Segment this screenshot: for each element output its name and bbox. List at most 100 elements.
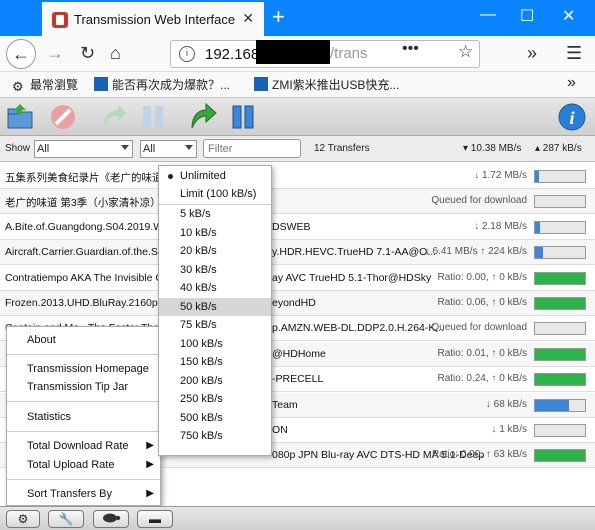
torrent-progress-bar <box>534 297 586 310</box>
home-icon[interactable]: ⌂ <box>110 43 121 64</box>
url-tail: /trans <box>330 45 368 62</box>
rate-option[interactable]: 20 kB/s <box>159 242 271 260</box>
site-info-icon[interactable]: i <box>179 46 195 62</box>
maximize-icon[interactable]: ☐ <box>520 6 534 26</box>
overflow-chevron-icon[interactable]: » <box>527 43 537 64</box>
filter-bar: Show All All 12 Transfers ▾ 10.38 MB/s ▴… <box>0 136 595 162</box>
progress-fill <box>535 374 585 386</box>
rate-option[interactable]: 5 kB/s <box>159 205 271 223</box>
torrent-name-tail: eyondHD <box>272 297 316 309</box>
torrent-progress-bar <box>534 271 586 285</box>
radio-bullet-icon <box>168 174 173 179</box>
menu-item-homepage[interactable]: Transmission Homepage <box>7 360 160 378</box>
tracker-filter-select[interactable]: All <box>140 140 197 158</box>
settings-context-menu: About Transmission Homepage Transmission… <box>6 326 161 506</box>
bookmark-item[interactable]: ZMI紫米推出USB快充... <box>254 76 399 93</box>
rate-option-label: 5 kB/s <box>180 208 211 220</box>
rate-option-label: 250 kB/s <box>180 393 223 405</box>
progress-fill <box>535 272 585 284</box>
rate-option-label: 40 kB/s <box>180 282 217 294</box>
torrent-row[interactable]: Aircraft.Carrier.Guardian.of.the.Sea y.HD… <box>0 240 595 266</box>
torrent-status: Ratio: 0.24, ↑ 0 kB/s <box>437 373 528 385</box>
menu-item-tipjar[interactable]: Transmission Tip Jar <box>7 378 160 396</box>
rate-option[interactable]: 750 kB/s <box>159 427 271 445</box>
progress-fill <box>535 399 569 411</box>
reload-icon[interactable]: ↻ <box>80 43 95 64</box>
rate-option-label: 10 kB/s <box>180 227 217 239</box>
bookmark-item[interactable]: 能否再次成为爆款？... <box>94 76 230 93</box>
torrent-progress-bar <box>534 220 586 234</box>
rate-option[interactable]: 200 kB/s <box>159 372 271 390</box>
forward-icon[interactable]: → <box>46 43 64 64</box>
tab-title: Transmission Web Interface <box>74 12 236 27</box>
browser-tab-bar: Transmission Web Interface ✕ + — ☐ ✕ <box>0 0 595 36</box>
menu-icon[interactable]: ☰ <box>566 43 582 64</box>
rate-option[interactable]: 40 kB/s <box>159 279 271 297</box>
bookmark-star-icon[interactable]: ☆ <box>458 42 473 62</box>
close-tab-icon[interactable]: ✕ <box>242 10 254 27</box>
new-tab-icon[interactable]: + <box>272 4 285 30</box>
page-actions-icon[interactable]: ••• <box>402 40 419 58</box>
turtle-speed-limit-icon[interactable] <box>93 510 129 528</box>
total-download-rate: ▾ 10.38 MB/s <box>463 143 522 154</box>
open-torrent-icon[interactable] <box>6 102 36 132</box>
resume-all-icon[interactable] <box>188 102 218 132</box>
bookmark-most-visited[interactable]: ⚙ 最常瀏覽 <box>12 76 78 94</box>
rate-option-label: 100 kB/s <box>180 338 223 350</box>
menu-item-statistics[interactable]: Statistics <box>7 408 160 426</box>
menu-item-total-download-rate[interactable]: Total Download Rate ▶ <box>7 437 160 455</box>
wrench-preferences-icon[interactable]: 🔧 <box>48 510 84 528</box>
status-filter-select[interactable]: All <box>34 140 133 158</box>
rate-option[interactable]: 150 kB/s <box>159 353 271 371</box>
url-redaction <box>256 40 330 64</box>
rate-option[interactable]: 50 kB/s <box>159 298 271 316</box>
torrent-name: Frozen.2013.UHD.BluRay.2160p.HE <box>5 297 176 309</box>
pause-all-icon[interactable] <box>228 102 258 132</box>
resume-torrent-icon[interactable] <box>98 102 128 132</box>
bottom-toolbar: ⚙ 🔧 ▬ <box>0 506 595 530</box>
settings-gear-icon[interactable]: ⚙ <box>6 510 40 528</box>
inspector-info-icon[interactable]: i <box>557 102 587 132</box>
torrent-status: ↓ 2.18 MB/s <box>474 220 527 232</box>
progress-fill <box>535 450 585 462</box>
torrent-status: Queued for download <box>431 195 527 207</box>
progress-fill <box>535 247 543 259</box>
rate-option[interactable]: 250 kB/s <box>159 390 271 408</box>
torrent-row[interactable]: 老广的味道 第3季（小家清补凉） Queued for download <box>0 189 595 215</box>
torrent-name: 老广的味道 第3季（小家清补凉） <box>5 197 161 210</box>
torrent-name-tail: -PRECELL <box>272 373 324 386</box>
torrent-row[interactable]: A.Bite.of.Guangdong.S04.2019.WE DSWEB ↓ 2.… <box>0 214 595 240</box>
browser-tab[interactable]: Transmission Web Interface ✕ <box>42 0 264 36</box>
compact-view-icon[interactable]: ▬ <box>137 510 173 528</box>
menu-separator <box>7 354 160 355</box>
menu-item-about[interactable]: About <box>7 331 160 349</box>
torrent-status: Ratio: 0.00, ↑ 63 kB/s <box>431 449 527 461</box>
torrent-row[interactable]: Contratiempo AKA The Invisible Gu ay AVC … <box>0 265 595 291</box>
rate-option[interactable]: 500 kB/s <box>159 409 271 427</box>
back-icon[interactable]: ← <box>6 39 36 69</box>
show-label: Show <box>5 143 31 154</box>
torrent-row[interactable]: Frozen.2013.UHD.BluRay.2160p.HE eyondHD Ra… <box>0 291 595 316</box>
gear-icon: ⚙ <box>12 79 24 94</box>
rate-option[interactable]: Unlimited <box>159 167 271 185</box>
submenu-arrow-icon: ▶ <box>146 488 154 499</box>
rate-option[interactable]: 75 kB/s <box>159 316 271 334</box>
rate-option[interactable]: Limit (100 kB/s) <box>159 185 271 203</box>
torrent-row[interactable]: 五集系列美食纪录片《老广的味道》 ↓ 1.72 MB/s <box>0 164 595 189</box>
rate-option-label: 150 kB/s <box>180 356 223 368</box>
filter-input[interactable] <box>203 139 301 158</box>
remove-torrent-icon[interactable] <box>48 102 78 132</box>
rate-option[interactable]: 30 kB/s <box>159 261 271 279</box>
bookmarks-overflow-icon[interactable]: » <box>567 74 576 92</box>
rate-option[interactable]: 10 kB/s <box>159 224 271 242</box>
torrent-status: Queued for download <box>431 322 527 334</box>
rate-option-label: 750 kB/s <box>180 430 223 442</box>
transmission-favicon-icon <box>52 12 68 28</box>
rate-option-label: 50 kB/s <box>180 301 217 313</box>
close-window-icon[interactable]: ✕ <box>562 6 575 26</box>
menu-item-sort-transfers[interactable]: Sort Transfers By ▶ <box>7 485 160 503</box>
minimize-icon[interactable]: — <box>480 6 496 24</box>
rate-option[interactable]: 100 kB/s <box>159 335 271 353</box>
pause-torrent-icon[interactable] <box>138 102 168 132</box>
menu-item-total-upload-rate[interactable]: Total Upload Rate ▶ <box>7 456 160 474</box>
